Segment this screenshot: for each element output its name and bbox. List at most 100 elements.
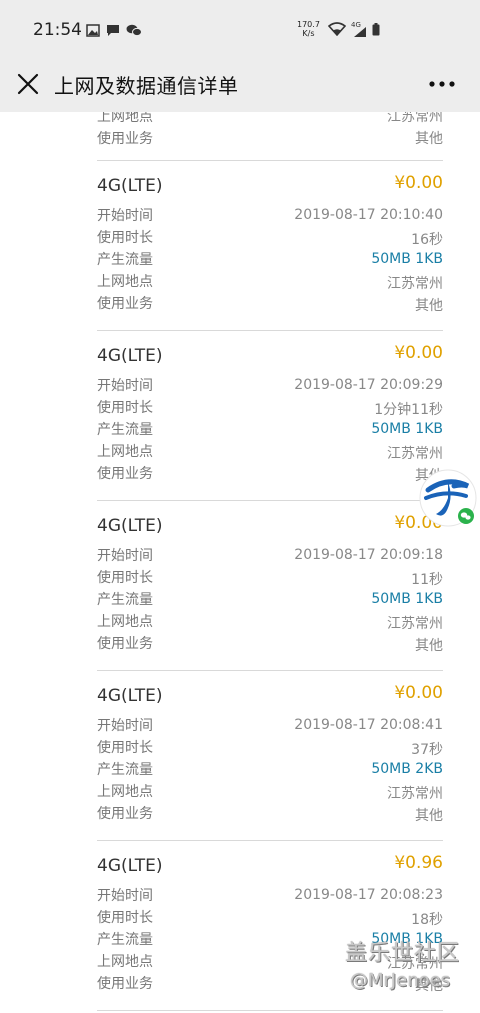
label-flow: 产生流量 [97,422,153,438]
row-start-time: 开始时间 2019-08-17 20:08:23 [97,885,443,907]
value-duration: 37秒 [411,742,443,758]
value-duration: 18秒 [411,912,443,928]
status-right-icons: 4G [327,21,380,40]
notification-icons [86,22,142,37]
value-service: 其他 [415,808,443,824]
value-flow: 50MB 1KB [371,591,443,607]
record-item: 4G(LTE) ¥0.00 开始时间 2019-08-17 20:08:41 使用… [97,671,443,841]
record-list: 上网地点 江苏常州 使用业务 其他 4G(LTE) ¥0.00 开始时间 2019… [97,112,443,1011]
record-type: 4G(LTE) [97,856,163,876]
message-icon [106,22,120,36]
value-duration: 16秒 [411,232,443,248]
row-location: 上网地点 江苏常州 [97,112,443,128]
label-service: 使用业务 [97,806,153,822]
row-location: 上网地点 江苏常州 [97,781,443,803]
label-flow: 产生流量 [97,252,153,268]
value-start-time: 2019-08-17 20:10:40 [294,207,443,223]
value-flow: 50MB 1KB [371,421,443,437]
value-flow: 50MB 2KB [371,761,443,777]
value-start-time: 2019-08-17 20:09:29 [294,377,443,393]
value-service: 其他 [415,638,443,654]
watermark-title: 盖乐世社区 [345,941,461,966]
label-start-time: 开始时间 [97,548,153,564]
row-start-time: 开始时间 2019-08-17 20:08:41 [97,715,443,737]
telecom-logo-icon [419,469,477,527]
label-location: 上网地点 [97,614,153,630]
label-service: 使用业务 [97,131,153,147]
record-type: 4G(LTE) [97,176,163,196]
row-service: 使用业务 其他 [97,803,443,825]
record-partial: 上网地点 江苏常州 使用业务 其他 [97,112,443,161]
value-service: 其他 [415,131,443,147]
floating-telecom-button[interactable] [418,468,478,528]
row-duration: 使用时长 1分钟11秒 [97,397,443,419]
record-amount: ¥0.96 [394,853,443,873]
label-duration: 使用时长 [97,400,153,416]
signal-icon: 4G [351,21,367,38]
value-duration: 11秒 [411,572,443,588]
row-flow: 产生流量 50MB 1KB [97,419,443,441]
row-start-time: 开始时间 2019-08-17 20:10:40 [97,205,443,227]
row-service: 使用业务 其他 [97,128,443,150]
label-location: 上网地点 [97,112,153,125]
label-service: 使用业务 [97,636,153,652]
record-type: 4G(LTE) [97,686,163,706]
wifi-icon [327,21,347,40]
label-flow: 产生流量 [97,592,153,608]
row-flow: 产生流量 50MB 2KB [97,759,443,781]
label-location: 上网地点 [97,954,153,970]
label-duration: 使用时长 [97,230,153,246]
more-button[interactable] [426,72,458,96]
page-title: 上网及数据通信详单 [54,74,239,98]
value-start-time: 2019-08-17 20:09:18 [294,547,443,563]
row-duration: 使用时长 11秒 [97,567,443,589]
row-flow: 产生流量 50MB 1KB [97,249,443,271]
label-start-time: 开始时间 [97,718,153,734]
image-icon [86,22,100,37]
label-duration: 使用时长 [97,910,153,926]
label-start-time: 开始时间 [97,378,153,394]
label-duration: 使用时长 [97,740,153,756]
value-location: 江苏常州 [387,786,443,802]
record-amount: ¥0.00 [394,683,443,703]
close-button[interactable] [14,70,42,98]
value-location: 江苏常州 [387,446,443,462]
label-service: 使用业务 [97,976,153,992]
label-service: 使用业务 [97,466,153,482]
label-flow: 产生流量 [97,932,153,948]
value-location: 江苏常州 [387,616,443,632]
row-location: 上网地点 江苏常州 [97,271,443,293]
row-start-time: 开始时间 2019-08-17 20:09:18 [97,545,443,567]
value-start-time: 2019-08-17 20:08:23 [294,887,443,903]
label-flow: 产生流量 [97,762,153,778]
status-bar: 21:54 170.7 K/s 4G [0,0,480,60]
close-icon [17,73,39,95]
label-service: 使用业务 [97,296,153,312]
row-location: 上网地点 江苏常州 [97,611,443,633]
speed-value: 170.7 [297,20,320,29]
row-service: 使用业务 其他 [97,463,443,485]
detail-list[interactable]: 上网地点 江苏常州 使用业务 其他 4G(LTE) ¥0.00 开始时间 2019… [0,112,480,1013]
row-duration: 使用时长 18秒 [97,907,443,929]
label-location: 上网地点 [97,444,153,460]
label-start-time: 开始时间 [97,208,153,224]
network-speed: 170.7 K/s [297,20,320,38]
record-item: 4G(LTE) ¥0.00 开始时间 2019-08-17 20:09:18 使用… [97,501,443,671]
value-start-time: 2019-08-17 20:08:41 [294,717,443,733]
value-duration: 1分钟11秒 [374,402,443,418]
battery-icon [372,21,380,40]
value-location: 江苏常州 [387,112,443,125]
nav-bar: 上网及数据通信详单 [0,60,480,112]
value-flow: 50MB 1KB [371,251,443,267]
row-duration: 使用时长 37秒 [97,737,443,759]
label-location: 上网地点 [97,784,153,800]
watermark-handle: @MrJenoes [350,970,451,991]
value-location: 江苏常州 [387,276,443,292]
record-item: 4G(LTE) ¥0.00 开始时间 2019-08-17 20:09:29 使用… [97,331,443,501]
value-service: 其他 [415,298,443,314]
record-item: 4G(LTE) ¥0.00 开始时间 2019-08-17 20:10:40 使用… [97,161,443,331]
record-type: 4G(LTE) [97,516,163,536]
row-service: 使用业务 其他 [97,633,443,655]
row-duration: 使用时长 16秒 [97,227,443,249]
speed-unit: K/s [302,29,315,38]
